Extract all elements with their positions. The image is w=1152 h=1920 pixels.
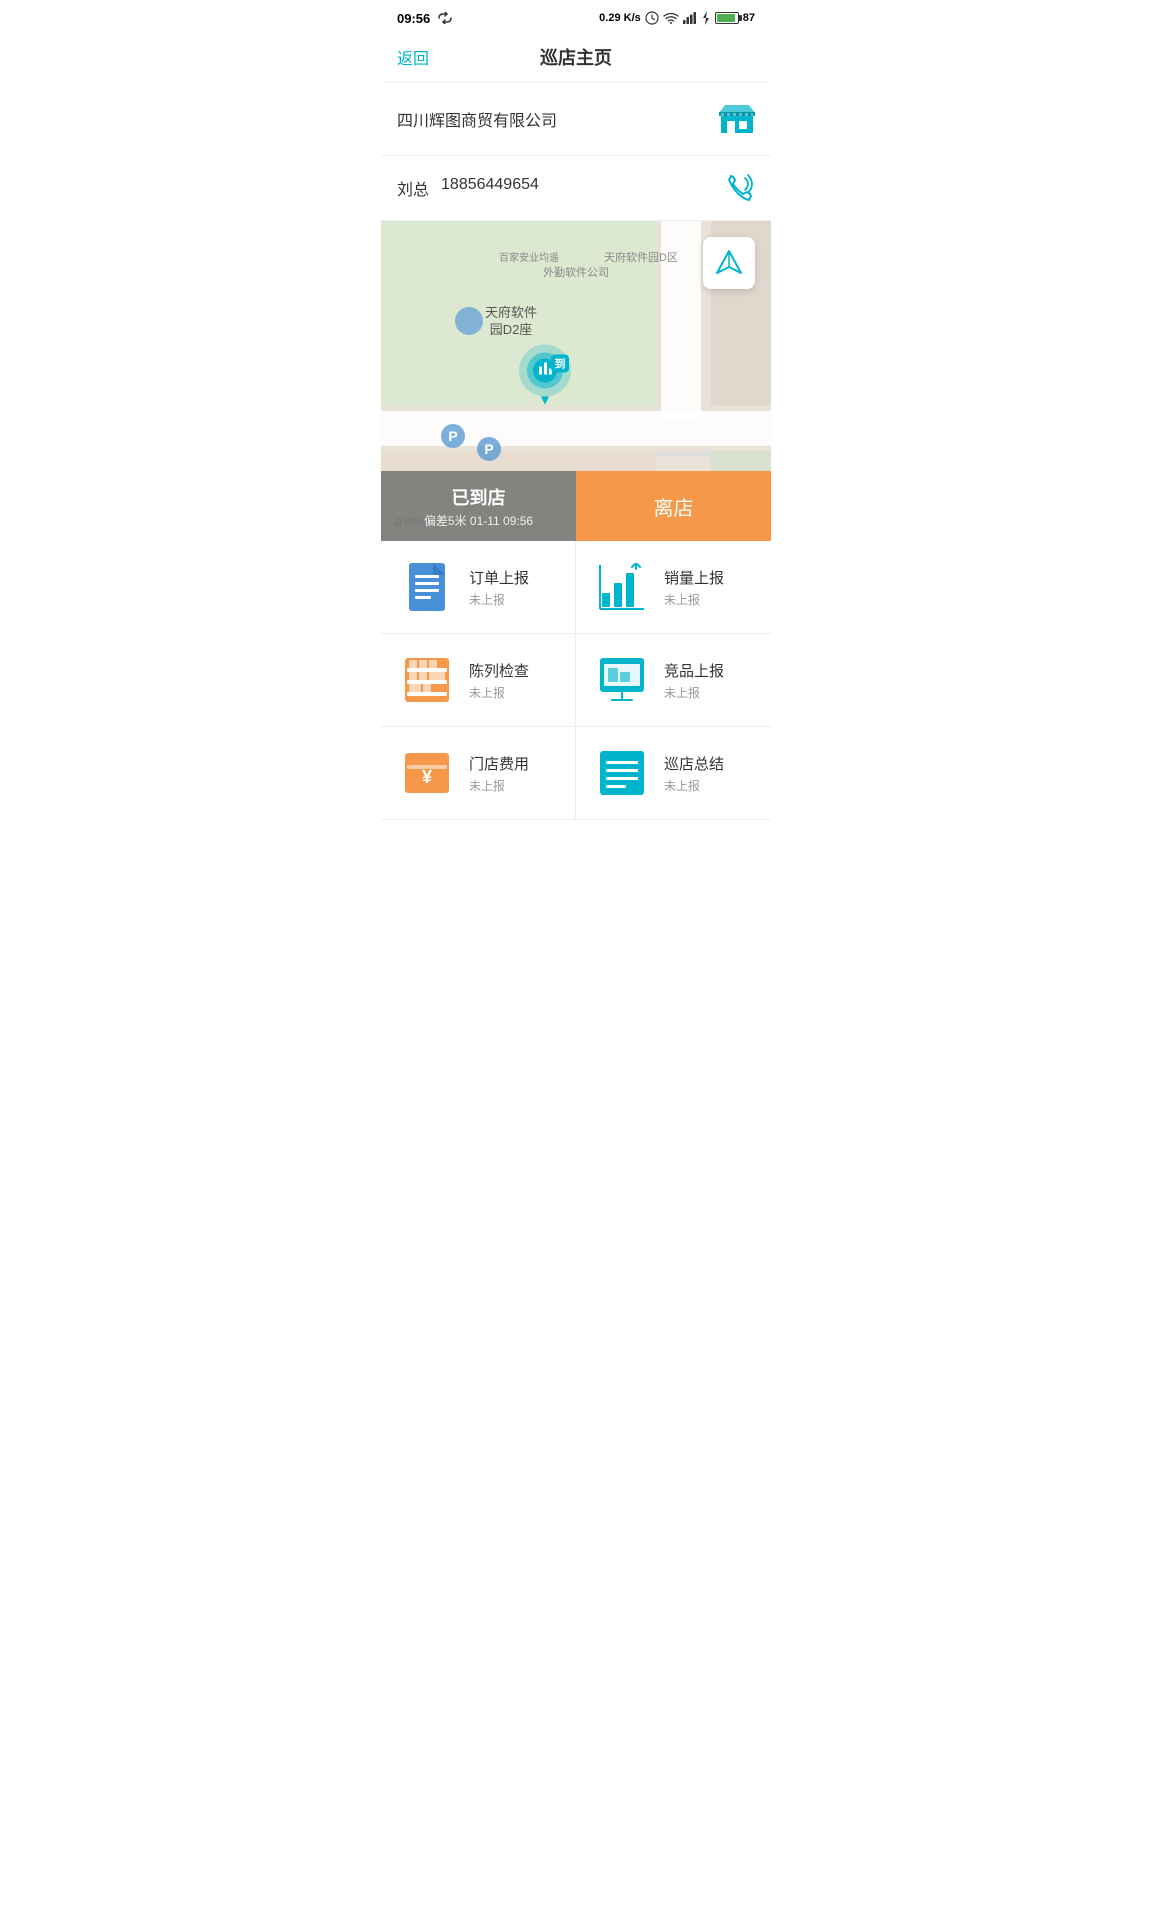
function-status-order: 未上报 [469, 591, 529, 608]
arrived-label: 已到店 [452, 484, 506, 510]
function-name-competitor: 竞品上报 [664, 660, 724, 681]
function-item-competitor[interactable]: 竞品上报 未上报 [576, 634, 771, 727]
contact-info: 刘总 18856449654 [397, 176, 539, 200]
svg-text:P: P [484, 441, 493, 457]
status-bar: 09:56 0.29 K/s [381, 0, 771, 32]
shelf-icon [401, 654, 453, 706]
function-text-order: 订单上报 未上报 [469, 567, 529, 608]
function-status-display: 未上报 [469, 684, 529, 701]
battery-icon [715, 12, 739, 24]
leave-label: 离店 [654, 492, 694, 521]
signal-icon [683, 12, 697, 24]
svg-text:到: 到 [554, 356, 565, 370]
status-time: 09:56 [397, 11, 430, 26]
leave-button[interactable]: 离店 [576, 471, 771, 541]
wifi-icon [663, 12, 679, 24]
function-name-summary: 巡店总结 [664, 753, 724, 774]
function-text-competitor: 竞品上报 未上报 [664, 660, 724, 701]
function-name-display: 陈列检查 [469, 660, 529, 681]
document-icon [401, 561, 453, 613]
function-text-display: 陈列检查 未上报 [469, 660, 529, 701]
list-icon [596, 747, 648, 799]
store-icon [719, 103, 755, 135]
status-left: 09:56 [397, 11, 454, 26]
loop-icon [436, 12, 454, 24]
svg-text:百家安业均遥: 百家安业均遥 [499, 251, 559, 264]
phone-icon[interactable] [723, 172, 755, 204]
map-actions: 已到店 偏差5米 01-11 09:56 离店 [381, 471, 771, 541]
function-text-sales: 销量上报 未上报 [664, 567, 724, 608]
svg-text:天府软件园D区: 天府软件园D区 [604, 250, 678, 264]
function-item-order[interactable]: 订单上报 未上报 [381, 541, 576, 634]
svg-text:P: P [448, 428, 457, 444]
svg-text:天府软件: 天府软件 [485, 305, 537, 320]
function-status-sales: 未上报 [664, 591, 724, 608]
function-text-summary: 巡店总结 未上报 [664, 753, 724, 794]
function-name-order: 订单上报 [469, 567, 529, 588]
back-button[interactable]: 返回 [397, 45, 429, 69]
store-name: 四川辉图商贸有限公司 [397, 107, 557, 131]
function-text-expense: 门店费用 未上报 [469, 753, 529, 794]
map-location-pin: 到 [513, 340, 577, 409]
status-speed: 0.29 K/s [599, 12, 641, 24]
presentation-icon [596, 654, 648, 706]
function-item-display[interactable]: 陈列检查 未上报 [381, 634, 576, 727]
svg-text:外勤软件公司: 外勤软件公司 [543, 265, 609, 279]
function-status-expense: 未上报 [469, 777, 529, 794]
clock-icon [645, 11, 659, 25]
status-right: 0.29 K/s 87 [599, 11, 755, 25]
contact-phone: 18856449654 [441, 176, 539, 200]
header: 返回 巡店主页 [381, 32, 771, 83]
battery-level: 87 [743, 12, 755, 24]
function-name-sales: 销量上报 [664, 567, 724, 588]
function-status-summary: 未上报 [664, 777, 724, 794]
chart-icon [596, 561, 648, 613]
contact-section: 刘总 18856449654 [381, 156, 771, 221]
function-status-competitor: 未上报 [664, 684, 724, 701]
arrived-button[interactable]: 已到店 偏差5米 01-11 09:56 [381, 471, 576, 541]
page-title: 巡店主页 [540, 44, 612, 70]
function-item-sales[interactable]: 销量上报 未上报 [576, 541, 771, 634]
contact-name: 刘总 [397, 176, 429, 200]
money-icon: ¥ [401, 747, 453, 799]
function-item-summary[interactable]: 巡店总结 未上报 [576, 727, 771, 820]
navigation-button[interactable] [703, 237, 755, 289]
navigation-icon [715, 249, 743, 277]
svg-text:¥: ¥ [422, 767, 432, 787]
store-info-section: 四川辉图商贸有限公司 [381, 83, 771, 156]
store-name-row: 四川辉图商贸有限公司 [397, 99, 755, 139]
function-grid: 订单上报 未上报 销量上报 未上报 [381, 541, 771, 820]
function-item-expense[interactable]: ¥ 门店费用 未上报 [381, 727, 576, 820]
charging-icon [701, 11, 711, 25]
arrived-sub: 偏差5米 01-11 09:56 [424, 512, 533, 529]
function-name-expense: 门店费用 [469, 753, 529, 774]
svg-text:园D2座: 园D2座 [490, 322, 533, 337]
map-section: P P 天府软件 园D2座 天府软件园D区 外勤软件公司 百家安业均遥 天府软件… [381, 221, 771, 541]
